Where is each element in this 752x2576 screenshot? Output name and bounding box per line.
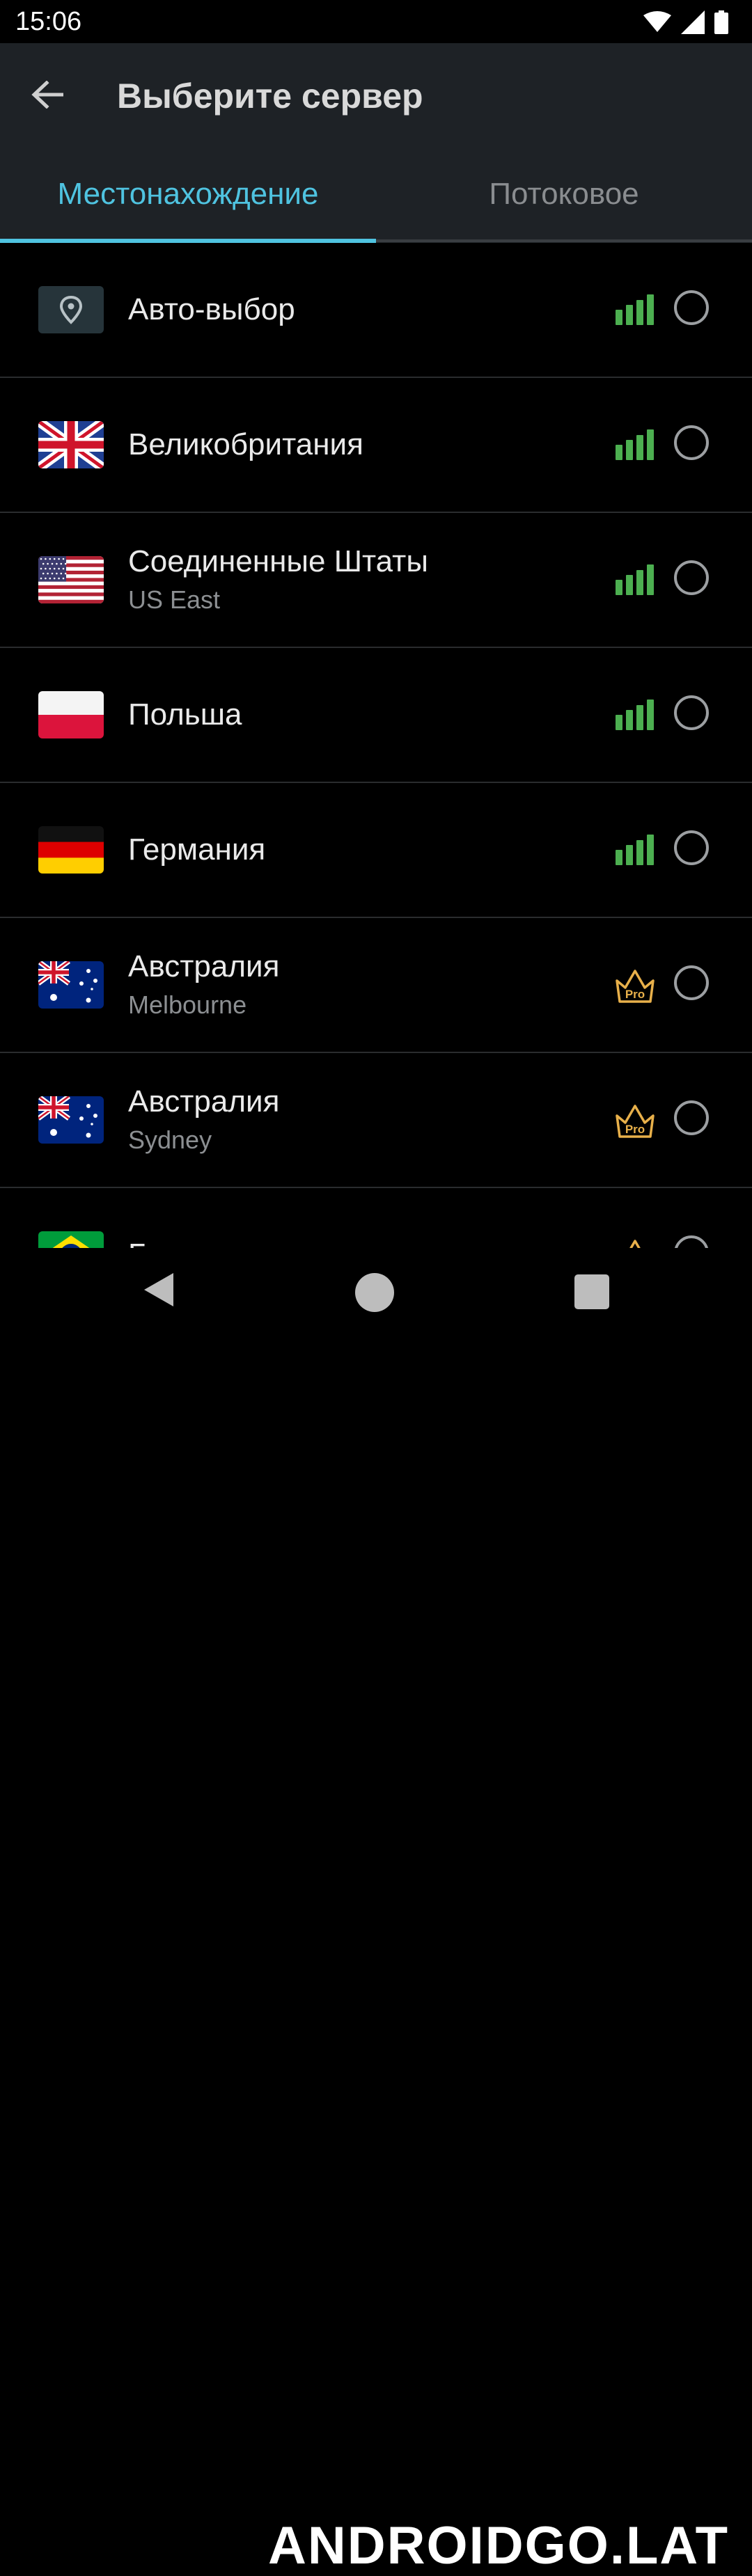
status-bar: 15:06 — [0, 0, 752, 43]
navigation-bar: ANDROIDGO.LAT — [0, 1248, 752, 2575]
tab-streaming[interactable]: Потоковое — [376, 145, 752, 243]
server-text: Авто-выбор — [128, 243, 295, 377]
server-radio-button[interactable] — [674, 830, 709, 865]
server-text: Германия — [128, 783, 265, 917]
pro-badge-text: Pro — [625, 988, 645, 1001]
flag-uk-icon — [38, 421, 104, 468]
tab-divider — [376, 239, 752, 242]
flag-us-icon — [38, 556, 104, 603]
watermark: ANDROIDGO.LAT — [268, 2516, 730, 2575]
flag-australia-icon — [38, 961, 104, 1009]
server-row[interactable]: Соединенные Штаты US East — [0, 513, 752, 648]
server-row[interactable]: Германия — [0, 783, 752, 918]
status-icons — [643, 8, 728, 36]
server-row[interactable]: Великобритания — [0, 378, 752, 513]
signal-strength-icon — [616, 835, 655, 865]
server-name: Австралия — [128, 1084, 280, 1119]
server-city: US East — [128, 585, 221, 614]
server-row[interactable]: Бразилия Pro — [0, 1188, 752, 1248]
pro-crown-icon: Pro — [614, 1237, 656, 1248]
server-name: Польша — [128, 697, 242, 732]
server-text: Австралия Sydney — [128, 1053, 279, 1187]
tab-location[interactable]: Местонахождение — [0, 145, 376, 243]
server-city: Sydney — [128, 1125, 212, 1154]
pro-crown-icon: Pro — [614, 1102, 656, 1141]
server-radio-button[interactable] — [674, 290, 709, 325]
flag-australia-icon — [38, 1096, 104, 1144]
server-name: Австралия — [128, 949, 280, 983]
location-pin-icon — [38, 286, 104, 333]
nav-back-icon[interactable] — [143, 1272, 175, 1308]
arrow-left-icon — [31, 81, 63, 109]
server-radio-button[interactable] — [674, 695, 709, 730]
signal-strength-icon — [616, 564, 655, 595]
flag-brazil-icon — [38, 1231, 104, 1248]
server-text: Бразилия — [128, 1188, 265, 1248]
server-row[interactable]: Австралия Melbourne Pro — [0, 918, 752, 1053]
status-time: 15:06 — [15, 7, 82, 36]
server-radio-button[interactable] — [674, 1235, 709, 1248]
nav-recents-icon[interactable] — [574, 1274, 609, 1309]
flag-germany-icon — [38, 826, 104, 874]
server-name: Соединенные Штаты — [128, 544, 428, 578]
nav-home-icon[interactable] — [355, 1273, 394, 1312]
server-radio-button[interactable] — [674, 425, 709, 460]
page-title: Выберите сервер — [117, 77, 423, 116]
pro-badge-text: Pro — [625, 1123, 645, 1136]
server-radio-button[interactable] — [674, 1100, 709, 1135]
pro-crown-icon: Pro — [614, 967, 656, 1006]
server-name: Авто-выбор — [128, 292, 295, 326]
server-name: Германия — [128, 832, 266, 867]
server-text: Польша — [128, 648, 242, 782]
server-name: Бразилия — [128, 1236, 265, 1248]
wifi-icon — [643, 11, 671, 32]
server-name: Великобритания — [128, 427, 363, 461]
signal-strength-icon — [616, 429, 655, 460]
battery-icon — [714, 10, 728, 34]
cell-signal-icon — [681, 10, 705, 34]
app-bar: Выберите сервер — [0, 43, 752, 145]
server-row[interactable]: Польша — [0, 648, 752, 783]
server-radio-button[interactable] — [674, 965, 709, 1000]
server-list[interactable]: Авто-выбор Великобритания Соединенные Штат… — [0, 243, 752, 1248]
server-row[interactable]: Австралия Sydney Pro — [0, 1053, 752, 1188]
tab-bar: Местонахождение Потоковое — [0, 145, 752, 243]
flag-poland-icon — [38, 691, 104, 738]
signal-strength-icon — [616, 294, 655, 325]
server-radio-button[interactable] — [674, 560, 709, 595]
back-button[interactable] — [24, 71, 71, 118]
server-text: Соединенные Штаты US East — [128, 513, 428, 647]
server-text: Великобритания — [128, 378, 363, 512]
server-row[interactable]: Авто-выбор — [0, 243, 752, 378]
server-text: Австралия Melbourne — [128, 918, 279, 1052]
server-city: Melbourne — [128, 990, 247, 1019]
signal-strength-icon — [616, 700, 655, 730]
